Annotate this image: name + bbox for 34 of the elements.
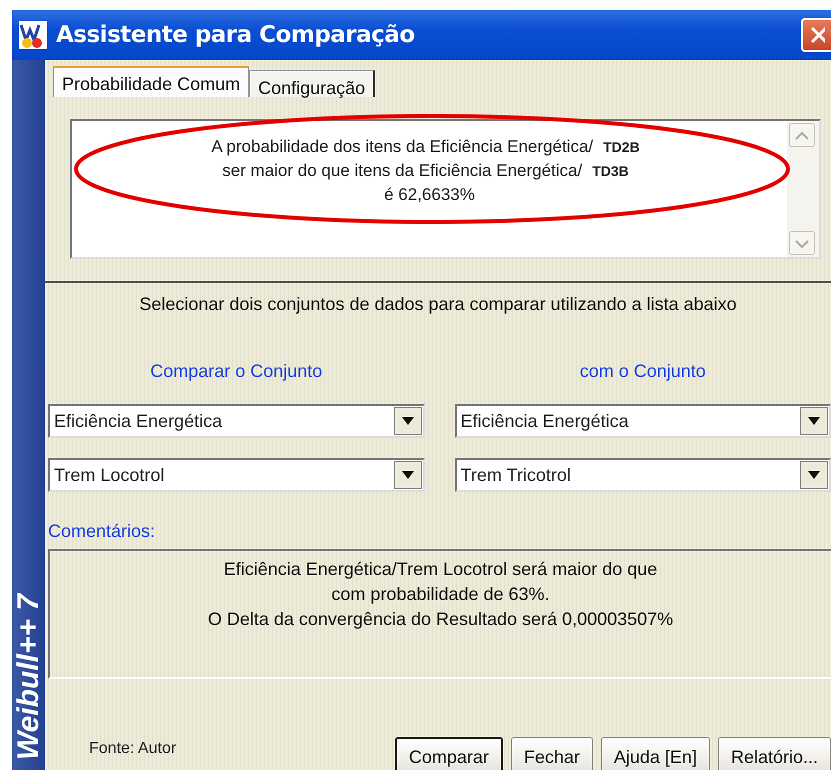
comments-label: Comentários: <box>48 521 156 541</box>
dialog-button[interactable]: Comparar <box>394 737 503 770</box>
dialog-button[interactable]: Ajuda [En] <box>600 737 710 770</box>
caret-icon <box>807 470 821 480</box>
brand-text: Weibull++ 7 <box>11 594 46 760</box>
comment-line: Eficiência Energética/Trem Locotrol será maior do que <box>224 558 658 581</box>
caret-icon <box>400 416 414 426</box>
close-icon <box>809 25 825 45</box>
column-label: Comparar o Conjunto <box>150 361 322 381</box>
dropdown-button[interactable] <box>394 407 422 435</box>
dropdown[interactable]: Eficiência Energética <box>48 404 424 438</box>
caret-icon <box>400 470 414 480</box>
dropdown-button[interactable] <box>800 407 828 435</box>
instruction-text: Selecionar dois conjuntos de dados para comparar utilizando a lista abaixo <box>138 293 738 316</box>
column-label: com o Conjunto <box>580 361 706 381</box>
tab[interactable]: Probabilidade Comum <box>53 66 250 97</box>
dialog-button[interactable]: Relatório... <box>718 737 831 770</box>
dropdown-button[interactable] <box>800 461 828 489</box>
comment-line: com probabilidade de 63%. <box>331 583 550 606</box>
window-title: Assistente para Comparação <box>56 20 415 50</box>
dropdown[interactable]: Eficiência Energética <box>454 404 831 438</box>
result-line: é 62,6633% <box>384 184 475 206</box>
result-line: ser maior do que itens da Eficiência Energética/ <box>222 160 582 182</box>
dialog-button[interactable]: Fechar <box>510 737 593 770</box>
dropdown[interactable]: Trem Tricotrol <box>454 458 831 492</box>
dropdown[interactable]: Trem Locotrol <box>48 458 424 492</box>
caret-icon <box>807 416 821 426</box>
source-note: Fonte: Autor <box>89 739 176 759</box>
result-line: A probabilidade dos itens da Eficiência Energética/ <box>211 136 594 158</box>
app-icon <box>18 20 48 50</box>
comment-line: O Delta da convergência do Resultado será 0,00003507% <box>208 608 674 631</box>
close-button[interactable] <box>801 18 831 52</box>
dropdown-button[interactable] <box>394 461 422 489</box>
tab[interactable]: Configuração <box>249 70 376 97</box>
